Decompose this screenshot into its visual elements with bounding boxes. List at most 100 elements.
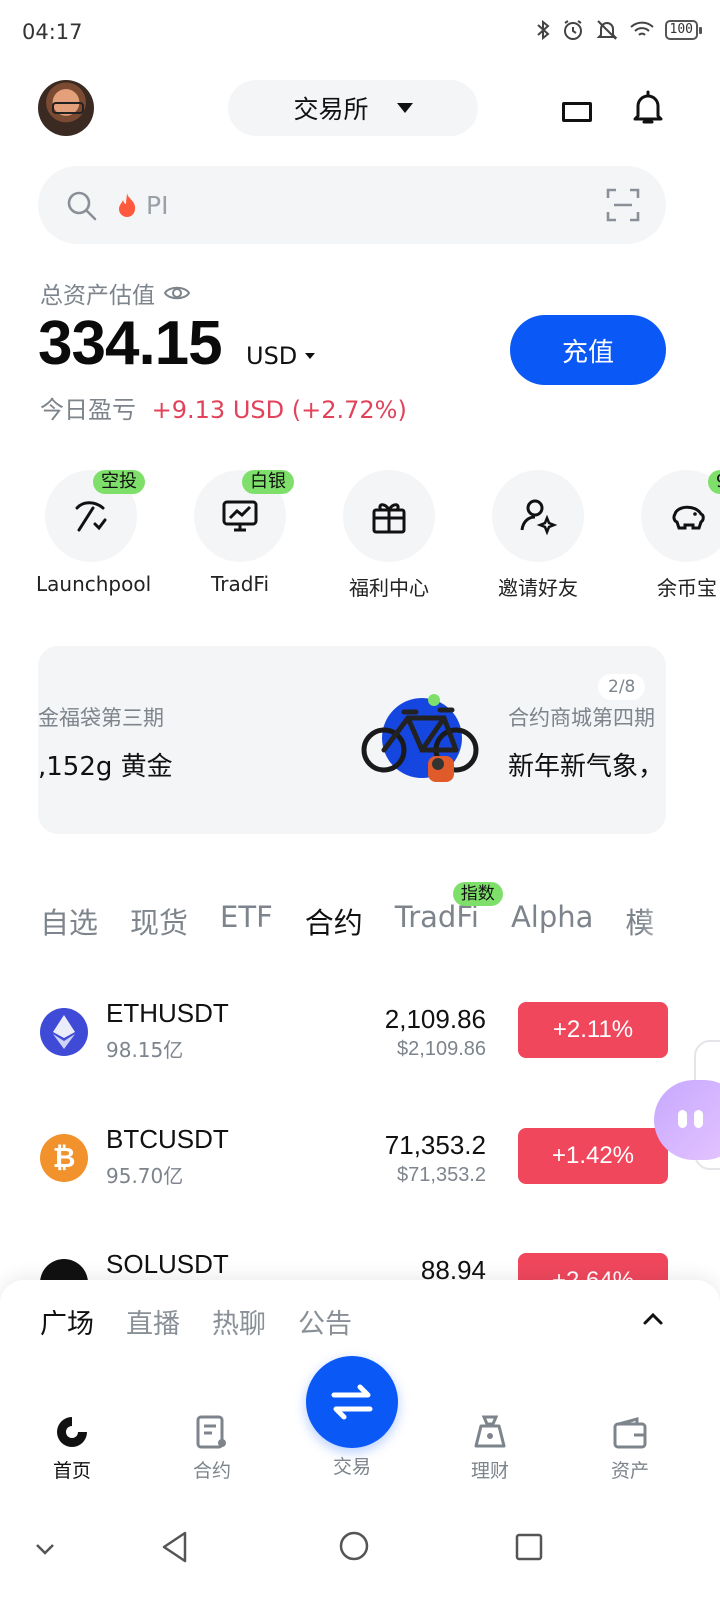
price: 2,109.86 xyxy=(384,1004,486,1034)
search-input[interactable]: PI xyxy=(146,191,168,220)
piggy-bank-icon xyxy=(672,505,705,530)
pickaxe-icon xyxy=(75,501,107,532)
home-circle-icon[interactable] xyxy=(338,1530,370,1562)
currency-label: USD xyxy=(246,342,298,370)
symbol: SOLUSDT xyxy=(106,1249,229,1279)
chart-monitor-icon xyxy=(222,500,258,532)
pnl-value: +9.13 USD (+2.72%) xyxy=(151,396,407,424)
community-tabs: 广场 直播 热聊 公告 xyxy=(40,1302,352,1341)
price-usd: $2,109.86 xyxy=(397,1038,486,1060)
search-icon xyxy=(67,191,97,221)
badge-airdrop: 空投 xyxy=(93,470,145,494)
currency-selector[interactable]: USD xyxy=(246,342,316,370)
nav-label: 合约 xyxy=(192,1460,231,1482)
bell-icon[interactable] xyxy=(632,90,664,126)
promo-banner-carousel[interactable]: 金福袋第三期 ,152g 黄金 合约商城第四期 新年新气象， 2/8 xyxy=(38,646,666,834)
tab-watchlist[interactable]: 自选 xyxy=(40,900,98,942)
symbol: BTCUSDT xyxy=(106,1124,229,1154)
nav-home[interactable]: 首页 xyxy=(22,1410,122,1483)
market-row-btc[interactable]: ₿ BTCUSDT 95.70亿 71,353.2 $71,353.2 +1.4… xyxy=(38,1124,668,1208)
chevron-up-icon[interactable] xyxy=(642,1310,664,1326)
alarm-icon xyxy=(563,20,582,40)
badge-apr: 9. xyxy=(707,470,720,494)
fire-icon xyxy=(119,193,136,217)
battery-indicator: 100 xyxy=(664,20,703,40)
nav-label: 理财 xyxy=(470,1460,509,1482)
chevron-down-icon[interactable] xyxy=(34,1542,56,1556)
banner-page-indicator: 2/8 xyxy=(598,674,646,700)
quick-action-label: Launchpool xyxy=(36,572,152,596)
quick-action-launchpool[interactable]: 空投 Launchpool xyxy=(36,470,152,596)
quick-action-tradfi[interactable]: 白银 TradFi xyxy=(185,470,295,596)
exchange-label: 交易所 xyxy=(293,95,369,124)
system-nav-bar xyxy=(0,1520,720,1600)
screen-icon[interactable] xyxy=(562,102,592,122)
total-assets-label: 总资产估值 xyxy=(40,276,191,310)
mute-bell-icon xyxy=(596,20,617,40)
quick-action-savings[interactable]: 9. 余币宝 xyxy=(632,470,720,601)
tab-live[interactable]: 直播 xyxy=(126,1302,180,1341)
volume: 95.70亿 xyxy=(106,1164,184,1188)
btc-icon: ₿ xyxy=(40,1134,88,1182)
price: 71,353.2 xyxy=(384,1130,486,1160)
nav-futures[interactable]: 合约 xyxy=(162,1410,262,1483)
status-icons: 100 xyxy=(535,18,703,42)
home-icon xyxy=(57,1417,87,1447)
total-assets-text: 总资产估值 xyxy=(40,283,155,309)
market-row-eth[interactable]: ETHUSDT 98.15亿 2,109.86 $2,109.86 +2.11% xyxy=(38,998,668,1082)
quick-action-label: 福利中心 xyxy=(349,576,429,600)
exchange-switcher[interactable]: 交易所 xyxy=(228,80,478,136)
eye-icon[interactable] xyxy=(163,283,191,303)
tab-square[interactable]: 广场 xyxy=(40,1302,94,1341)
bluetooth-icon xyxy=(536,19,550,41)
swap-icon xyxy=(331,1384,373,1420)
nav-label-trade: 交易 xyxy=(332,1456,371,1478)
eth-icon xyxy=(40,1008,88,1056)
today-pnl: 今日盈亏 +9.13 USD (+2.72%) xyxy=(40,390,407,425)
badge-silver: 白银 xyxy=(242,470,294,494)
nav-label: 资产 xyxy=(610,1460,649,1482)
trade-button[interactable] xyxy=(306,1356,398,1448)
tab-spot[interactable]: 现货 xyxy=(130,900,188,942)
tab-tradfi[interactable]: TradFi 指数 xyxy=(395,882,503,942)
price-usd: $71,353.2 xyxy=(397,1164,486,1186)
change-badge[interactable]: +2.11% xyxy=(518,1002,668,1058)
caret-down-icon xyxy=(305,353,316,359)
quick-action-label: 余币宝 xyxy=(657,576,717,600)
tab-chat[interactable]: 热聊 xyxy=(212,1302,266,1341)
tab-futures[interactable]: 合约 xyxy=(305,900,363,942)
nav-assets[interactable]: 资产 xyxy=(580,1410,680,1483)
quick-action-invite[interactable]: 邀请好友 xyxy=(483,470,593,601)
deposit-button[interactable]: 充值 xyxy=(510,315,666,385)
change-badge[interactable]: +1.42% xyxy=(518,1128,668,1184)
status-time: 04:17 xyxy=(22,20,83,44)
tab-etf[interactable]: ETF xyxy=(220,900,273,942)
volume: 98.15亿 xyxy=(106,1038,184,1062)
quick-action-label: 邀请好友 xyxy=(498,576,578,600)
tabs-fade xyxy=(640,896,680,946)
avatar[interactable] xyxy=(38,80,94,136)
quick-action-label: TradFi xyxy=(210,572,270,596)
scan-icon[interactable] xyxy=(606,188,640,222)
back-icon[interactable] xyxy=(160,1530,190,1564)
total-assets-value: 334.15 xyxy=(38,309,223,378)
symbol: ETHUSDT xyxy=(106,998,229,1028)
tab-announcements[interactable]: 公告 xyxy=(298,1302,352,1341)
nav-finance[interactable]: 理财 xyxy=(440,1410,540,1483)
finance-bag-icon xyxy=(474,1415,506,1448)
wifi-icon xyxy=(629,21,654,36)
quick-action-rewards[interactable]: 福利中心 xyxy=(334,470,444,601)
banner-left-subtitle: ,152g 黄金 xyxy=(38,752,173,782)
banner-right-title: 合约商城第四期 xyxy=(508,706,655,730)
banner-right-subtitle: 新年新气象， xyxy=(508,752,665,782)
nav-label: 首页 xyxy=(52,1460,91,1482)
tab-alpha[interactable]: Alpha xyxy=(511,900,593,942)
gift-icon xyxy=(372,503,406,534)
tab-index-badge: 指数 xyxy=(452,882,503,906)
wallet-icon xyxy=(613,1417,647,1449)
banner-left-title: 金福袋第三期 xyxy=(38,706,164,730)
contract-icon xyxy=(196,1415,226,1449)
caret-down-icon xyxy=(396,103,413,113)
recents-icon[interactable] xyxy=(514,1532,544,1562)
bike-promo-image xyxy=(361,694,479,782)
